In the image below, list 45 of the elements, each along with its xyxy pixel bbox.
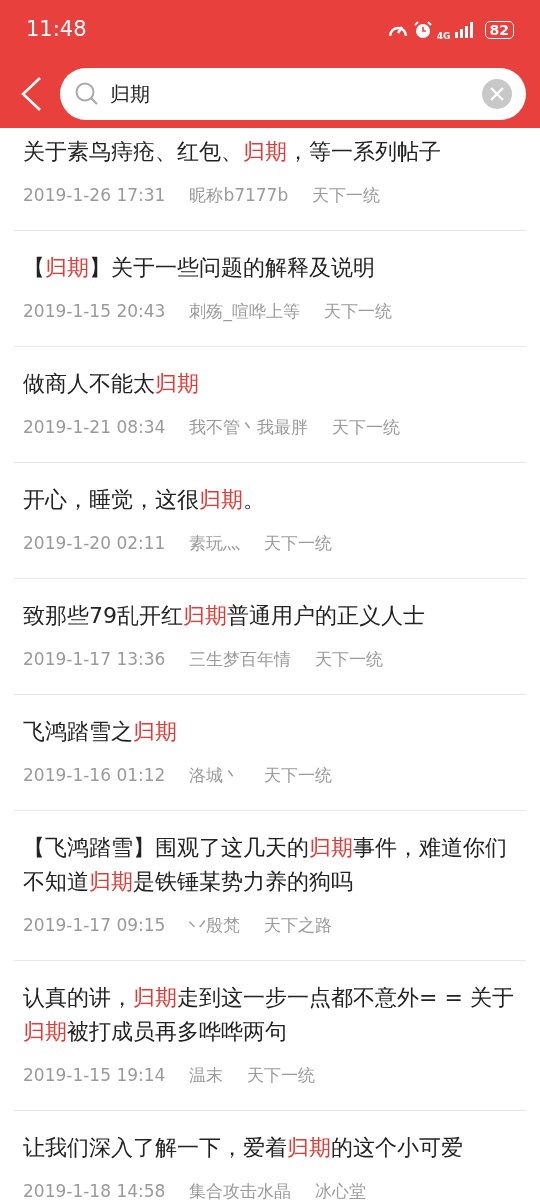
- forum-name[interactable]: 天下一统: [264, 531, 333, 555]
- post-title[interactable]: 开心，睡觉，这很归期。: [23, 483, 526, 517]
- post-date: 2019-1-15 20:43: [23, 300, 166, 323]
- forum-name[interactable]: 冰心堂: [315, 1179, 367, 1200]
- forum-name[interactable]: 天下一统: [315, 647, 384, 671]
- post-title[interactable]: 飞鸿踏雪之归期: [23, 715, 526, 749]
- post-date: 2019-1-16 01:12: [23, 764, 166, 787]
- post-author[interactable]: 洛城丶: [189, 763, 241, 787]
- post-title[interactable]: 认真的讲，归期走到这一步一点都不意外= = 关于 归期被打成员再多哗哗两句: [23, 981, 526, 1049]
- post-date: 2019-1-15 19:14: [23, 1064, 166, 1087]
- post-date: 2019-1-21 08:34: [23, 416, 166, 439]
- post-title[interactable]: 关于素鸟痔疮、红包、归期，等一系列帖子: [23, 135, 526, 169]
- forum-name[interactable]: 天下一统: [332, 415, 401, 439]
- post-author[interactable]: 三生梦百年情: [189, 647, 292, 671]
- search-icon: [74, 81, 100, 107]
- forum-name[interactable]: 天下一统: [323, 299, 392, 323]
- post-title[interactable]: 让我们深入了解一下，爱着归期的这个小可爱: [23, 1131, 526, 1165]
- forum-name[interactable]: 天下一统: [312, 183, 381, 207]
- post-title[interactable]: 【飞鸿踏雪】围观了这几天的归期事件，难道你们不知道归期是铁锤某势力养的狗吗: [23, 831, 526, 899]
- search-input[interactable]: 归期: [108, 78, 474, 110]
- post-author[interactable]: 我不管丶我最胖: [189, 415, 309, 439]
- post-author[interactable]: 刺殇_喧哗上等: [189, 299, 300, 323]
- post-date: 2019-1-26 17:31: [23, 184, 166, 207]
- forum-name[interactable]: 天下一统: [247, 1063, 316, 1087]
- close-icon: [489, 86, 505, 102]
- battery-level: 82: [484, 21, 514, 39]
- post-date: 2019-1-17 13:36: [23, 648, 166, 671]
- post-date: 2019-1-17 09:15: [23, 914, 166, 937]
- post-author[interactable]: 丷殷梵: [189, 913, 241, 937]
- signal-icon: [454, 22, 473, 38]
- status-time: 11:48: [26, 16, 87, 44]
- alarm-icon: [412, 20, 433, 40]
- post-title[interactable]: 【归期】关于一些问题的解释及说明: [23, 251, 526, 285]
- post-author[interactable]: 素玩灬: [189, 531, 241, 555]
- post-date: 2019-1-20 02:11: [23, 532, 166, 555]
- post-author[interactable]: 集合攻击水晶: [189, 1179, 292, 1200]
- network-label: 4G: [436, 31, 451, 41]
- forum-name[interactable]: 天下一统: [264, 763, 333, 787]
- post-author[interactable]: 昵称b7177b: [189, 183, 289, 207]
- forum-name[interactable]: 天下之路: [264, 913, 333, 937]
- post-title[interactable]: 做商人不能太归期: [23, 367, 526, 401]
- post-date: 2019-1-18 14:58: [23, 1180, 166, 1200]
- search-field[interactable]: 归期: [60, 68, 526, 120]
- post-author[interactable]: 温末: [189, 1063, 224, 1087]
- post-title[interactable]: 致那些79乱开红归期普通用户的正义人士: [23, 599, 526, 633]
